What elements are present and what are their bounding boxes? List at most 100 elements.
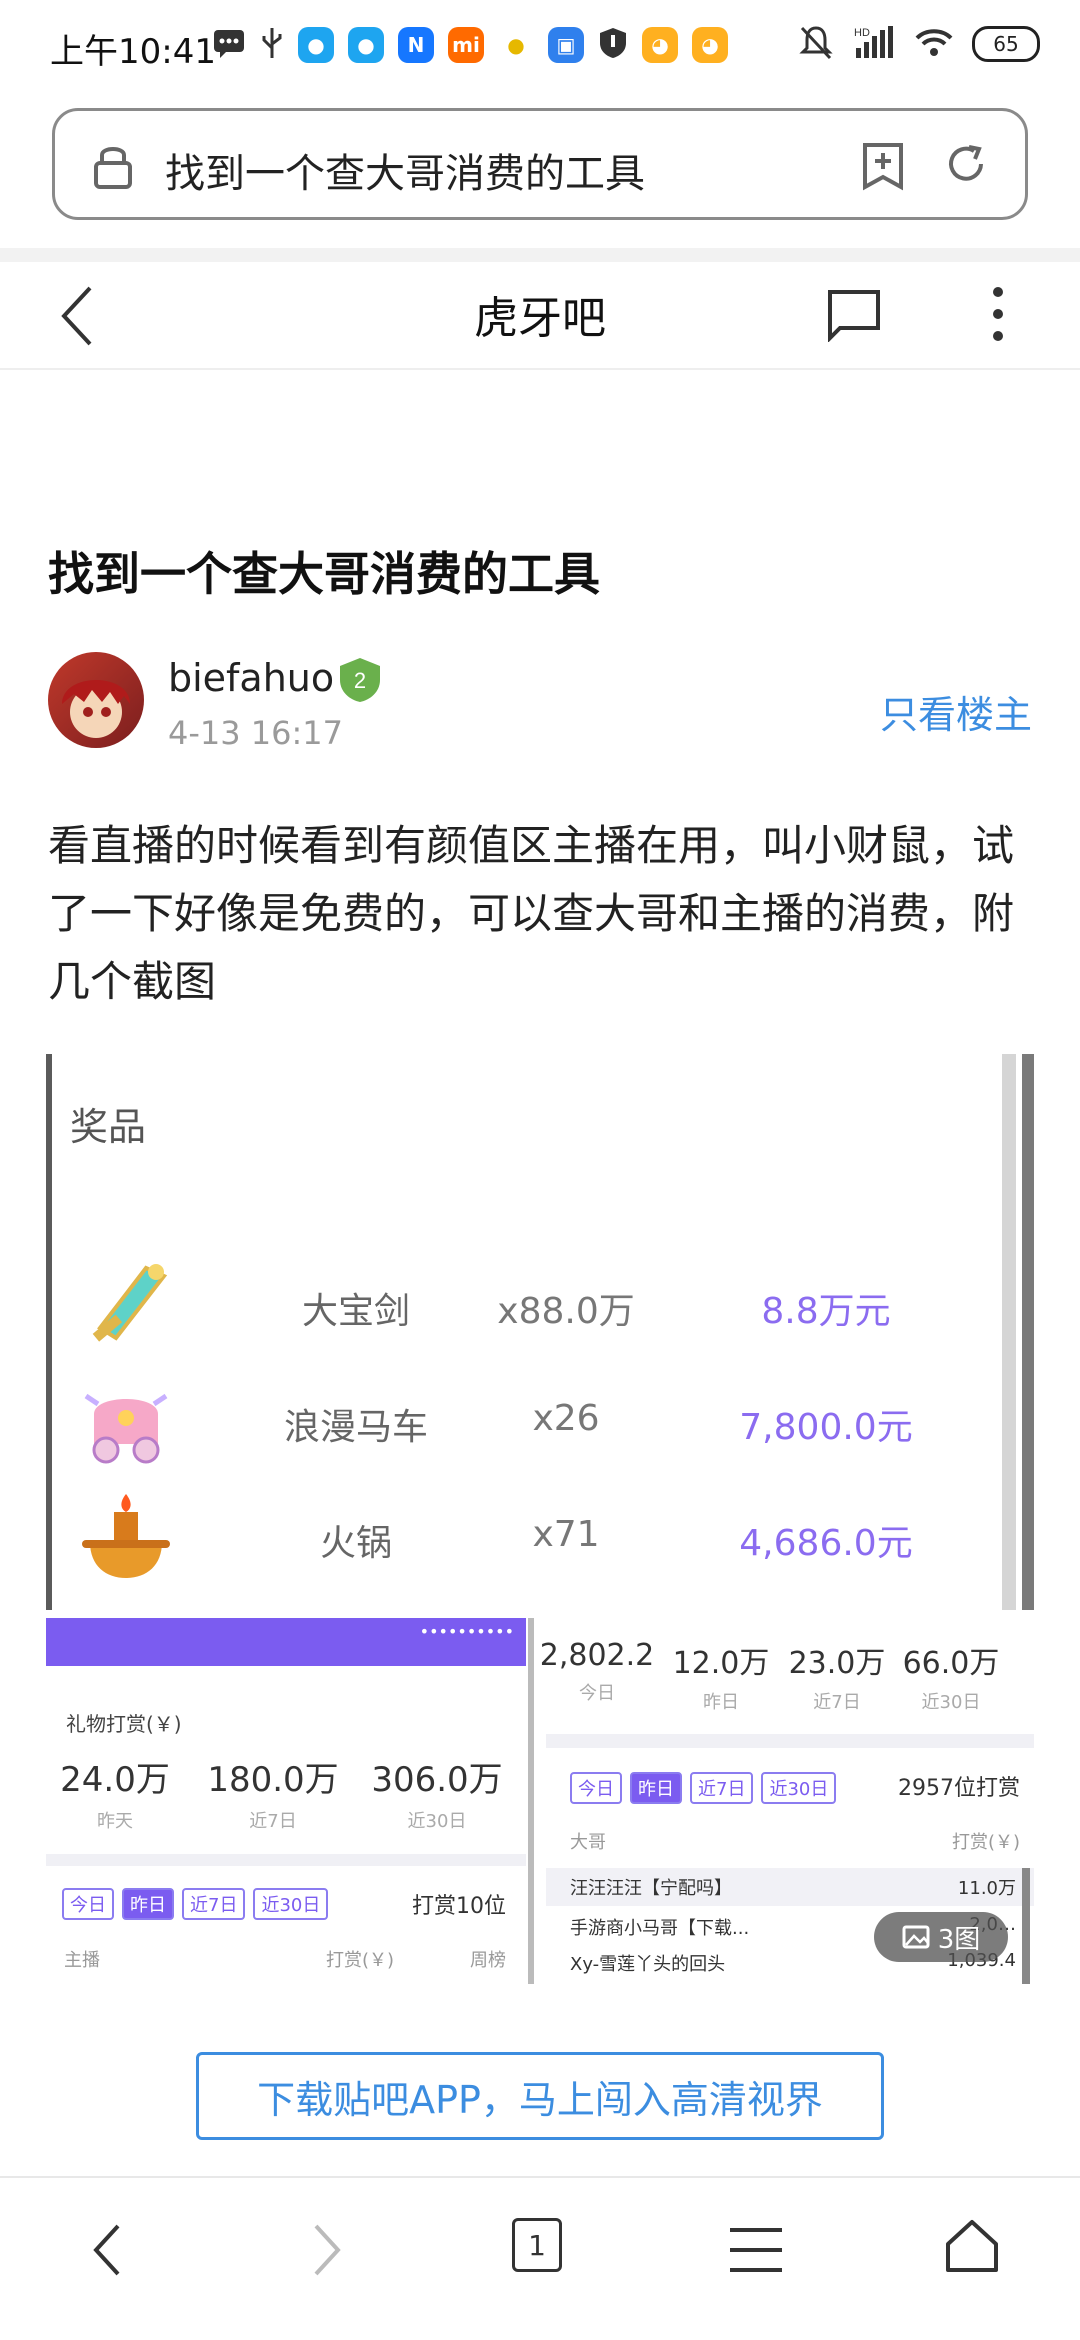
prizes-header: 奖品 <box>70 1105 147 1149</box>
stat: 24.0万昨天 <box>46 1752 190 1833</box>
shield-icon <box>598 26 628 64</box>
app-icon-1: ● <box>298 27 334 63</box>
prize-name: 浪漫马车 <box>283 1407 428 1448</box>
period-filter: 今日 昨日 近7日 近30日 <box>62 1888 329 1920</box>
col-week: 周榜 <box>470 1950 506 1971</box>
pill-yesterday: 昨日 <box>630 1772 682 1804</box>
post-time: 4-13 16:17 <box>168 714 344 752</box>
mute-icon <box>798 24 834 64</box>
image-count-badge[interactable]: 3图 <box>874 1912 1008 1962</box>
url-bar[interactable]: 找到一个查大哥消费的工具 <box>52 108 1028 220</box>
pill-30d: 近30日 <box>761 1772 837 1804</box>
menu-icon[interactable] <box>728 2226 784 2278</box>
notification-icons: ● ● N mi ● ▣ ◕ ◕ <box>212 26 728 64</box>
col-amount: 打赏(￥) <box>326 1950 395 1971</box>
prize-price: 7,800.0元 <box>739 1407 913 1448</box>
image-scrollbar <box>1022 1868 1030 1984</box>
pill-yesterday: 昨日 <box>122 1888 174 1920</box>
bookmark-add-icon[interactable] <box>861 141 905 195</box>
status-time: 上午10:41 <box>50 32 216 72</box>
app-icon-3: ● <box>498 27 534 63</box>
prize-row: 大宝剑 x88.0万 8.8万元 <box>46 1248 986 1368</box>
more-icon[interactable] <box>988 284 1008 348</box>
post-image-prizes[interactable]: 奖品 大宝剑 x88.0万 8.8万元 浪漫马车 x26 7,800.0元 火锅… <box>46 1054 1034 1610</box>
prize-count: x26 <box>532 1398 600 1439</box>
pill-today: 今日 <box>570 1772 622 1804</box>
page-title: 虎牙吧 <box>474 293 606 344</box>
prize-count: x71 <box>532 1514 600 1555</box>
row-name: Xy-雪莲丫头的回头 <box>570 1954 726 1975</box>
divider <box>46 1854 526 1866</box>
carriage-icon <box>76 1374 176 1474</box>
image-count-text: 3图 <box>937 1924 981 1955</box>
stat: 66.0万近30日 <box>876 1638 1026 1714</box>
stat-label: 近7日 <box>249 1811 297 1832</box>
huya-icon-2: ◕ <box>692 27 728 63</box>
only-owner-link[interactable]: 只看楼主 <box>880 684 1032 739</box>
stat-label: 昨天 <box>97 1811 133 1832</box>
nav-back-icon[interactable] <box>88 2220 124 2284</box>
row-amount: 11.0万 <box>957 1878 1016 1899</box>
refresh-icon[interactable] <box>943 141 989 191</box>
table-row: 汪汪汪汪【宁配吗】 11.0万 <box>546 1868 1034 1906</box>
browser-bottom-bar: 1 <box>0 2178 1080 2340</box>
gift-section-label: 礼物打赏(￥) <box>66 1712 182 1736</box>
pill-today: 今日 <box>62 1888 114 1920</box>
col-amount: 打赏(￥) <box>951 1832 1020 1853</box>
prize-count: x88.0万 <box>497 1291 635 1332</box>
pill-30d: 近30日 <box>253 1888 329 1920</box>
row-name: 手游商小马哥【下载... <box>570 1918 750 1939</box>
stat: 306.0万近30日 <box>362 1752 512 1833</box>
stat-value: 66.0万 <box>902 1646 1000 1681</box>
image-icon <box>902 1925 930 1949</box>
mi-icon: mi <box>448 27 484 63</box>
signal-icon: HD <box>852 24 896 64</box>
usb-icon <box>260 26 284 64</box>
prize-price: 8.8万元 <box>761 1291 891 1332</box>
divider <box>0 248 1080 262</box>
prize-name: 大宝剑 <box>301 1291 410 1332</box>
stat-value: 180.0万 <box>207 1760 339 1800</box>
period-filter: 今日 昨日 近7日 近30日 <box>570 1772 837 1804</box>
svg-text:HD: HD <box>854 27 870 39</box>
pill-7d: 近7日 <box>690 1772 754 1804</box>
prize-price: 4,686.0元 <box>739 1523 913 1564</box>
author-name[interactable]: biefahuo <box>168 656 334 700</box>
stat: 180.0万近7日 <box>198 1752 348 1833</box>
post-image-gifts[interactable]: •••••••••• 礼物打赏(￥) 24.0万昨天 180.0万近7日 306… <box>46 1618 526 1984</box>
col-anchor: 主播 <box>64 1950 100 1971</box>
image-header-bar: •••••••••• <box>46 1618 526 1666</box>
huya-icon-1: ◕ <box>642 27 678 63</box>
tabs-button[interactable]: 1 <box>512 2218 562 2272</box>
hotpot-icon <box>76 1490 176 1590</box>
avatar[interactable] <box>48 652 144 748</box>
image-scrollbar-track <box>1002 1054 1016 1610</box>
battery-icon: 65 <box>972 26 1040 62</box>
app-icon-2: ● <box>348 27 384 63</box>
nav-forward-icon[interactable] <box>310 2220 346 2284</box>
prize-row: 火锅 x71 4,686.0元 <box>46 1480 986 1600</box>
prize-name: 火锅 <box>319 1523 392 1564</box>
prize-row: 浪漫马车 x26 7,800.0元 <box>46 1364 986 1484</box>
post-body: 看直播的时候看到有颜值区主播在用，叫小财鼠，试了一下好像是免费的，可以查大哥和主… <box>48 821 1015 1006</box>
stat-value: 24.0万 <box>60 1760 170 1800</box>
download-app-button[interactable]: 下载贴吧APP，马上闯入高清视界 <box>196 2052 884 2140</box>
rank-title: 打赏10位 <box>412 1894 506 1919</box>
svg-text:2: 2 <box>354 668 366 693</box>
row-name: 汪汪汪汪【宁配吗】 <box>570 1878 732 1899</box>
url-text[interactable]: 找到一个查大哥消费的工具 <box>165 141 645 199</box>
col-user: 大哥 <box>570 1832 606 1853</box>
app-icon-4: ▣ <box>548 27 584 63</box>
image-scrollbar <box>1022 1054 1034 1610</box>
home-icon[interactable] <box>944 2218 1000 2278</box>
stat-label: 近30日 <box>407 1811 467 1832</box>
level-badge: 2 <box>336 656 382 702</box>
message-icon <box>212 28 246 62</box>
stat-label: 近30日 <box>921 1692 981 1713</box>
post-title: 找到一个查大哥消费的工具 <box>48 547 600 601</box>
lock-icon <box>91 141 135 195</box>
rank-title: 2957位打赏 <box>898 1776 1020 1801</box>
stat-value: 306.0万 <box>371 1760 503 1800</box>
comment-icon[interactable] <box>826 288 882 346</box>
image-divider <box>528 1618 534 1984</box>
